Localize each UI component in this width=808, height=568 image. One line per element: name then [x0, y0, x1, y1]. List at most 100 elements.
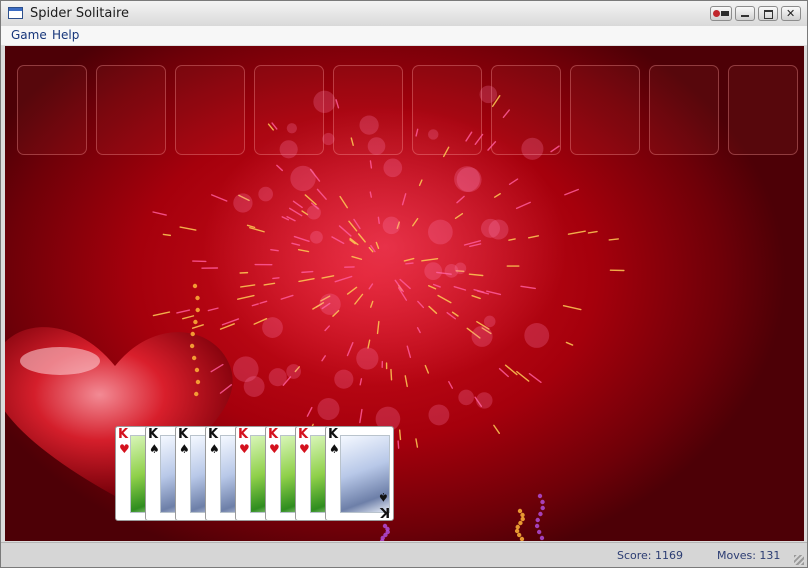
- spade-suit-icon: ♠: [209, 442, 220, 456]
- firework-spark: [357, 233, 366, 243]
- firework-spark: [404, 375, 408, 388]
- title-bar[interactable]: Spider Solitaire: [1, 1, 807, 27]
- status-bar: Score: 1169 Moves: 131: [1, 542, 807, 567]
- firework-spark: [474, 133, 484, 145]
- firework-spark: [219, 384, 232, 394]
- firework-spark: [338, 225, 352, 237]
- firework-spark: [207, 307, 219, 312]
- firework-trail: [540, 505, 545, 511]
- firework-glow: [310, 230, 323, 244]
- firework-spark: [415, 128, 419, 137]
- firework-spark: [453, 285, 467, 291]
- firework-trail: [518, 520, 523, 526]
- game-table[interactable]: K ♥ K ♠ K ♠ K ♠ K ♥ K ♥ K ♥ K ♠ K ♠: [5, 46, 804, 541]
- firework-spark: [516, 370, 530, 382]
- heart-suit-icon: ♥: [269, 442, 280, 456]
- firework-spark: [350, 137, 354, 146]
- firework-spark: [191, 324, 204, 329]
- firework-glow: [483, 315, 496, 328]
- firework-spark: [292, 200, 303, 209]
- firework-trail: [540, 499, 545, 505]
- card-rank-bottom: K: [379, 504, 390, 519]
- firework-glow: [268, 368, 287, 387]
- firework-spark: [370, 300, 374, 308]
- firework-spark: [520, 285, 536, 290]
- firework-spark: [259, 300, 268, 304]
- spade-suit-icon: ♠: [149, 442, 160, 456]
- firework-spark: [288, 207, 303, 217]
- firework-trail: [534, 523, 540, 529]
- firework-trail: [519, 536, 525, 541]
- card-rank: K: [118, 427, 129, 442]
- firework-spark: [316, 188, 327, 200]
- firework-spark: [251, 303, 259, 307]
- firework-spark: [401, 193, 407, 206]
- firework-trail: [195, 379, 201, 385]
- firework-trail: [516, 532, 522, 538]
- firework-spark: [376, 320, 380, 335]
- firework-glow: [286, 123, 297, 134]
- firework-spark: [346, 341, 354, 357]
- firework-spark: [351, 255, 363, 260]
- menu-game[interactable]: Game: [11, 28, 47, 42]
- firework-spark: [456, 195, 465, 204]
- menu-help[interactable]: Help: [52, 28, 79, 42]
- firework-spark: [562, 305, 582, 311]
- firework-spark: [428, 305, 438, 315]
- firework-trail: [520, 516, 525, 522]
- firework-glow: [313, 90, 336, 113]
- app-icon[interactable]: [8, 7, 23, 19]
- minimize-button[interactable]: [735, 6, 755, 21]
- firework-spark: [421, 257, 439, 262]
- heart-suit-icon: ♥: [239, 442, 250, 456]
- firework-trail: [514, 528, 520, 534]
- firework-spark: [321, 275, 335, 279]
- firework-glow: [322, 132, 335, 146]
- firework-glow: [359, 115, 379, 135]
- firework-spark: [468, 273, 484, 277]
- firework-spark: [469, 243, 482, 248]
- firework-trail: [535, 517, 540, 523]
- firework-trail: [517, 508, 523, 514]
- firework-glow: [290, 165, 316, 192]
- firework-glow: [476, 392, 493, 409]
- firework-spark: [515, 201, 531, 210]
- firework-spark: [487, 141, 497, 151]
- spade-suit-icon: ♠: [378, 490, 389, 504]
- firework-spark: [291, 242, 301, 246]
- firework-spark: [493, 193, 501, 198]
- firework-trail: [537, 493, 543, 499]
- firework-spark: [454, 212, 464, 220]
- firework-spark: [280, 294, 294, 300]
- firework-spark: [354, 293, 364, 305]
- firework-spark: [416, 327, 421, 334]
- firework-spark: [321, 355, 326, 362]
- firework-spark: [276, 164, 283, 172]
- firework-spark: [359, 378, 363, 386]
- firework-spark: [528, 373, 542, 383]
- firework-glow: [454, 166, 480, 192]
- extra-window-button[interactable]: [710, 6, 732, 21]
- moves-display: Moves: 131: [717, 549, 781, 562]
- firework-glow: [428, 129, 439, 140]
- firework-spark: [367, 339, 371, 349]
- score-display: Score: 1169: [617, 549, 684, 562]
- firework-glow: [258, 186, 273, 202]
- firework-glow: [317, 398, 340, 421]
- firework-spark: [304, 194, 317, 206]
- resize-grip[interactable]: [794, 555, 804, 565]
- firework-spark: [375, 241, 380, 249]
- close-button[interactable]: [781, 6, 801, 21]
- firework-trail: [191, 355, 197, 361]
- firework-trail: [190, 331, 195, 337]
- firework-spark: [353, 218, 361, 230]
- firework-spark: [567, 230, 586, 235]
- firework-trail: [195, 295, 200, 301]
- firework-spark: [346, 286, 358, 295]
- firework-trail: [515, 524, 520, 530]
- maximize-button[interactable]: [758, 6, 778, 21]
- firework-spark: [508, 178, 519, 185]
- heart-suit-icon: ♥: [299, 442, 310, 456]
- firework-spark: [451, 311, 459, 317]
- firework-spark: [550, 145, 560, 153]
